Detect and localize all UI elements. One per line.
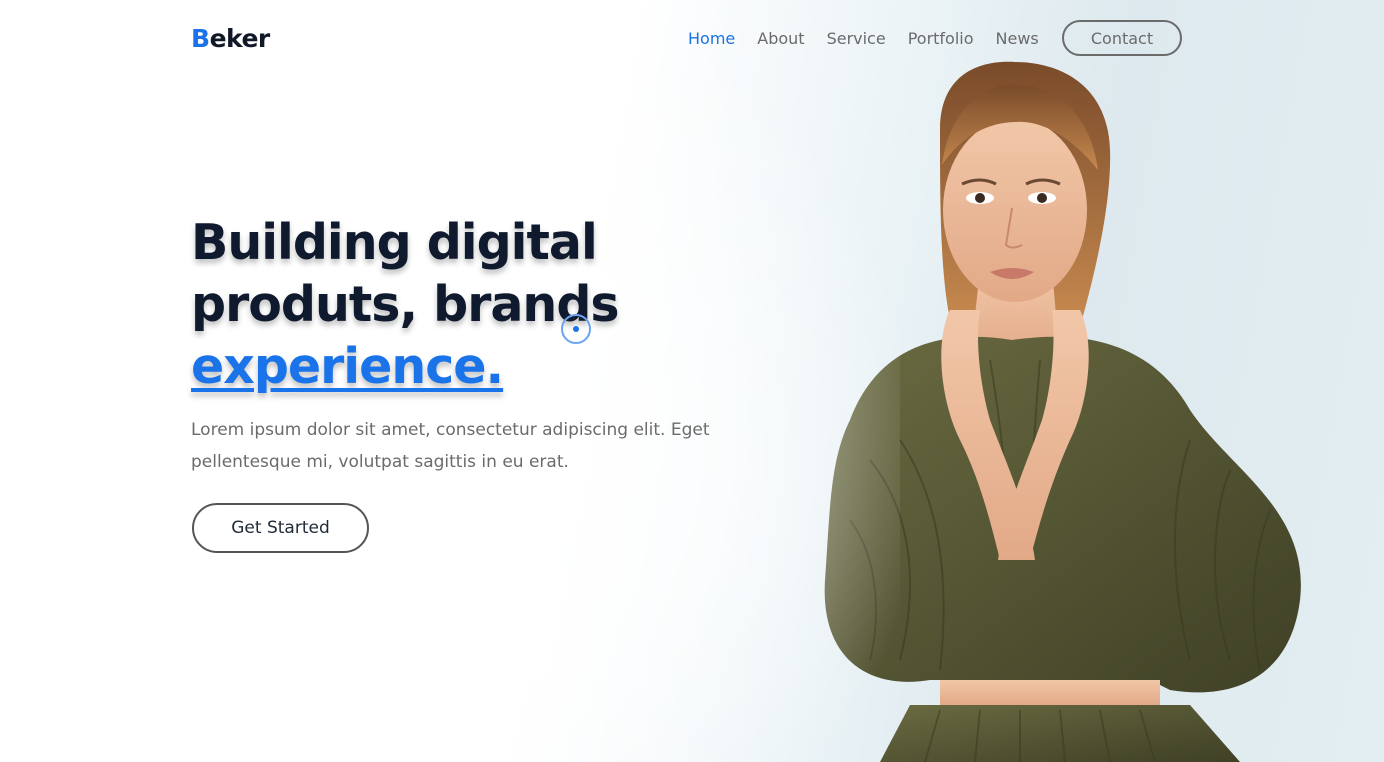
brand-logo[interactable]: Beker	[191, 24, 270, 53]
contact-button[interactable]: Contact	[1062, 20, 1182, 56]
hero-title-highlight: experience.	[191, 338, 504, 395]
main-nav: Home About Service Portfolio News	[688, 20, 1061, 56]
logo-text: eker	[209, 24, 271, 53]
nav-about[interactable]: About	[757, 29, 804, 48]
get-started-button[interactable]: Get Started	[192, 503, 369, 553]
hero-title: Building digital produts, brands experie…	[191, 212, 751, 398]
nav-news[interactable]: News	[996, 29, 1039, 48]
nav-service[interactable]: Service	[827, 29, 886, 48]
custom-cursor-dot	[573, 326, 579, 332]
hero-title-line-1: Building digital	[191, 214, 598, 271]
hero-title-line-2: produts, brands	[191, 276, 620, 333]
nav-home[interactable]: Home	[688, 29, 735, 48]
logo-initial: B	[191, 24, 210, 53]
nav-portfolio[interactable]: Portfolio	[908, 29, 974, 48]
hero-description: Lorem ipsum dolor sit amet, consectetur …	[191, 420, 710, 472]
